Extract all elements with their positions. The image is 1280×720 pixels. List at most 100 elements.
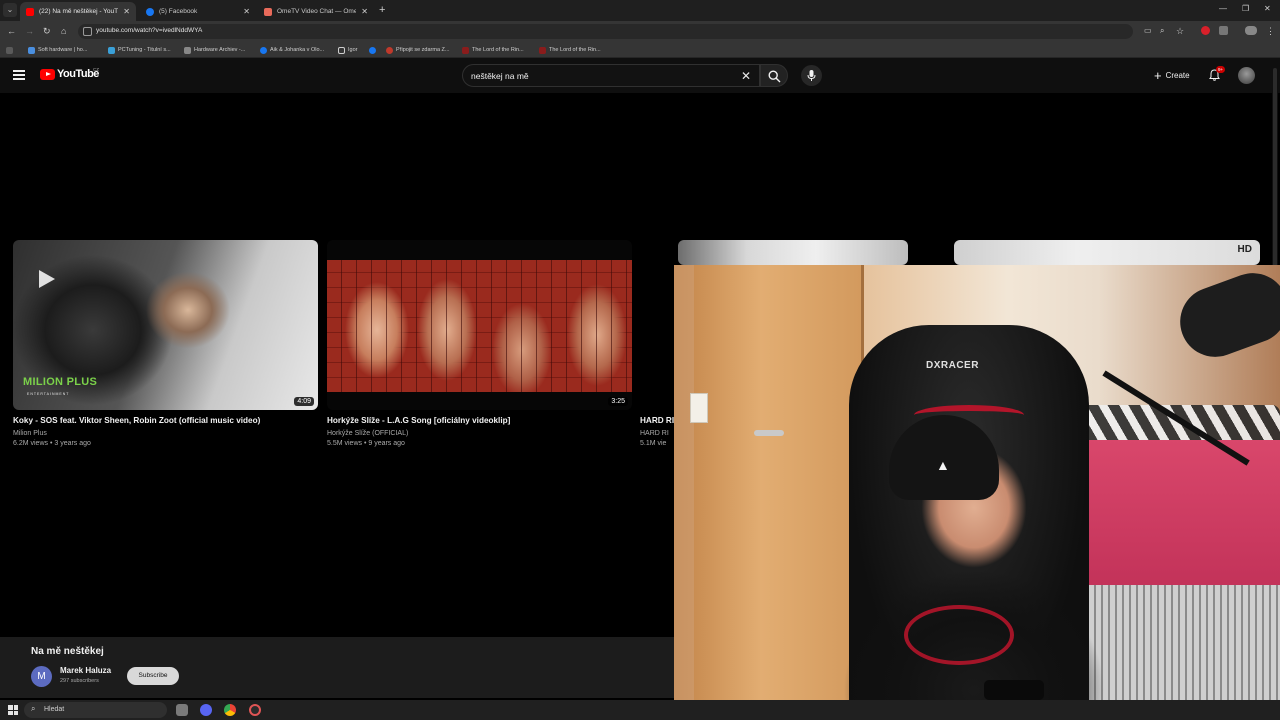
video-thumbnail[interactable]: MILION PLUS ENTERTAINMENT 4:09 [13, 240, 318, 410]
video-info-partial: HARD RI HARD RI 5.1M vie [640, 410, 674, 454]
tab-youtube[interactable]: (22) Na mě neštěkej - YouTube ✕ [20, 2, 136, 21]
video-channel[interactable]: Horkýže Slíže (OFFICIAL) [327, 430, 408, 437]
video-title[interactable]: HARD RI [640, 416, 674, 425]
restore-icon[interactable]: ❐ [1242, 4, 1249, 13]
folder-icon [338, 46, 345, 54]
bookmark-item[interactable]: The Lord of the Rin... [539, 45, 601, 55]
video-thumbnail[interactable]: 3:25 [327, 240, 632, 410]
bookmark-label: The Lord of the Rin... [549, 47, 601, 53]
hd-badge: HD [1237, 244, 1252, 255]
bookmark-item[interactable] [369, 45, 379, 55]
apps-grid-icon[interactable] [6, 45, 13, 55]
bookmark-star-icon[interactable]: ☆ [1176, 25, 1184, 37]
search-icon: ⌕ [31, 704, 36, 713]
discord-icon[interactable] [200, 704, 212, 716]
site-info-icon[interactable] [83, 27, 92, 36]
back-arrow-icon[interactable]: ← [7, 25, 16, 37]
browser-tab-bar: ⌄ (22) Na mě neštěkej - YouTube ✕ (5) Fa… [0, 0, 1280, 21]
bookmark-favicon-icon [539, 46, 546, 54]
forward-arrow-icon[interactable]: → [25, 25, 34, 37]
facebook-favicon-icon [146, 7, 154, 16]
subscribe-button[interactable]: Subscribe [127, 667, 179, 685]
video-thumbnail[interactable] [678, 240, 908, 265]
bookmark-item[interactable]: Připojit se zdarma Z... [386, 45, 450, 55]
bookmark-item[interactable]: PCTuning - Titulní s... [108, 45, 171, 55]
home-icon[interactable]: ⌂ [61, 25, 66, 37]
tab-title: (22) Na mě neštěkej - YouTube [39, 8, 118, 15]
bookmark-item[interactable]: Soft hardware | ho... [28, 45, 87, 55]
windows-taskbar: ⌕ Hledat [0, 700, 1280, 720]
youtube-header: YouTube CZ ✕ + Create 9+ [0, 58, 1280, 93]
youtube-logo-icon[interactable] [40, 69, 55, 80]
bookmark-item[interactable]: Aik & Johanka v Olo... [260, 45, 324, 55]
close-window-icon[interactable]: ✕ [1264, 4, 1271, 13]
search-icon [768, 70, 781, 83]
video-channel[interactable]: Milion Plus [13, 430, 47, 437]
close-tab-icon[interactable]: ✕ [123, 7, 130, 16]
video-title[interactable]: Koky - SOS feat. Viktor Sheen, Robin Zoo… [13, 416, 260, 425]
bookmarks-bar: Soft hardware | ho... PCTuning - Titulní… [0, 42, 1280, 58]
playlist-title[interactable]: Na mě neštěkej [31, 646, 104, 657]
close-tab-icon[interactable]: ✕ [361, 7, 368, 16]
bookmark-item[interactable]: The Lord of the Rin... [462, 45, 524, 55]
windows-start-icon[interactable] [8, 705, 18, 715]
bookmark-favicon-icon [108, 46, 115, 54]
search-button[interactable] [760, 64, 788, 87]
extension-red-icon[interactable] [1201, 26, 1210, 35]
tab-search-button[interactable]: ⌄ [3, 3, 17, 17]
hamburger-menu-icon[interactable] [13, 70, 25, 80]
bookmark-label: Hardware Archiev -... [194, 47, 246, 53]
bookmark-favicon-icon [28, 46, 35, 54]
video-thumbnail[interactable]: HD [954, 240, 1260, 265]
channel-avatar[interactable]: M [31, 666, 52, 687]
notification-count-badge: 9+ [1216, 66, 1226, 73]
clear-search-icon[interactable]: ✕ [741, 70, 751, 82]
video-meta: 5.5M views • 9 years ago [327, 440, 405, 447]
zoom-icon[interactable]: ⌕ [1160, 25, 1164, 37]
ometv-favicon-icon [264, 7, 272, 16]
tab-ometv[interactable]: OmeTV Video Chat — Omegle ✕ [258, 2, 374, 21]
address-bar[interactable]: youtube.com/watch?v=ivedlNddWYA [78, 24, 1133, 39]
chair-brand-logo: DXRACER [926, 360, 979, 371]
account-avatar[interactable] [1238, 67, 1255, 84]
bookmark-folder[interactable]: Igor [338, 45, 357, 55]
bookmark-favicon-icon [462, 46, 469, 54]
microphone-icon [807, 70, 816, 81]
minimize-icon[interactable]: — [1219, 4, 1227, 13]
search-box[interactable] [462, 64, 760, 87]
extension-icon[interactable] [1219, 26, 1228, 35]
bookmark-item[interactable]: Hardware Archiev -... [184, 45, 245, 55]
cap-logo-icon: ▲ [936, 457, 950, 473]
channel-name[interactable]: Marek Haluza [60, 666, 111, 675]
video-title[interactable]: Horkýže Slíže - L.A.G Song [oficiálny vi… [327, 416, 510, 425]
video-meta: 6.2M views • 3 years ago [13, 440, 91, 447]
voice-search-button[interactable] [801, 65, 822, 86]
tab-facebook[interactable]: (5) Facebook ✕ [140, 2, 256, 21]
video-meta: 5.1M vie [640, 440, 667, 447]
search-input[interactable] [471, 69, 731, 83]
door-handle [754, 430, 784, 436]
bookmark-label: Připojit se zdarma Z... [396, 47, 450, 53]
webcam-overlay: DXRACER ▲ [674, 265, 1280, 720]
new-tab-button[interactable]: + [379, 3, 385, 17]
profile-icon[interactable] [1245, 26, 1257, 35]
bookmark-favicon-icon [386, 46, 393, 54]
tab-title: OmeTV Video Chat — Omegle [277, 8, 357, 15]
close-tab-icon[interactable]: ✕ [243, 7, 250, 16]
taskbar-app-icon[interactable] [176, 704, 188, 716]
reload-icon[interactable]: ↻ [43, 25, 51, 37]
obs-icon[interactable] [249, 704, 261, 716]
bookmark-label: Igor [348, 47, 358, 53]
play-icon [39, 270, 55, 288]
bookmark-label: Soft hardware | ho... [38, 47, 88, 53]
taskbar-search[interactable]: ⌕ Hledat [24, 702, 167, 718]
cast-icon[interactable]: ▭ [1144, 25, 1152, 37]
light-switch [690, 393, 708, 423]
create-button[interactable]: + Create [1150, 67, 1194, 84]
facebook-favicon-icon [260, 46, 267, 54]
video-channel[interactable]: HARD RI [640, 430, 669, 437]
chrome-icon[interactable] [224, 704, 236, 716]
create-label: Create [1165, 71, 1190, 80]
browser-menu-icon[interactable]: ⋮ [1266, 25, 1275, 37]
shirt-print [904, 605, 1014, 665]
